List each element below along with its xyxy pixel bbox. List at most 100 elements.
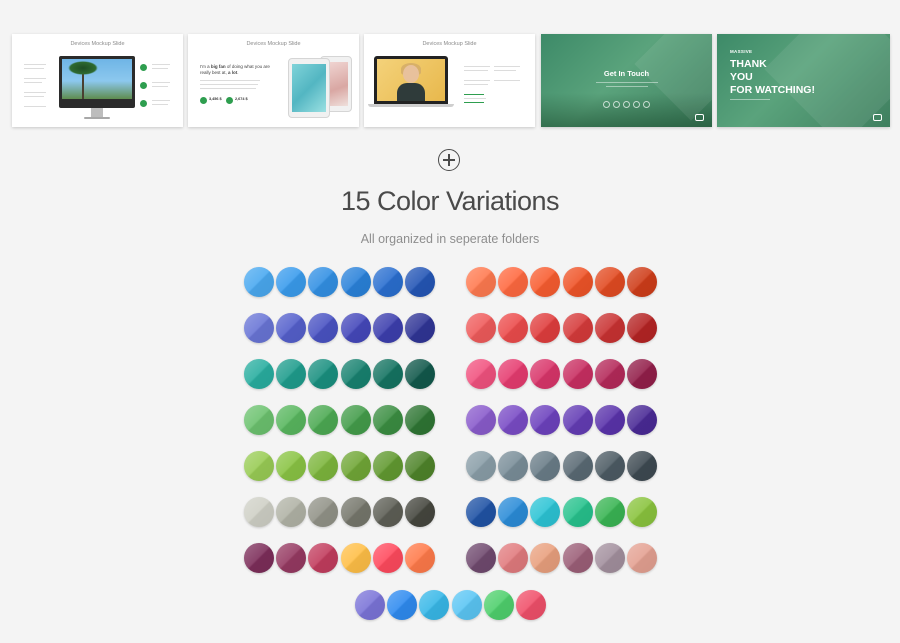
slide-thumbnail-3[interactable]: Devices Mockup Slide <box>364 34 535 127</box>
color-swatch <box>372 267 403 297</box>
color-swatch <box>594 451 625 481</box>
color-swatch <box>308 359 339 389</box>
color-swatch <box>308 267 339 297</box>
social-icon <box>613 101 620 108</box>
color-swatch <box>562 497 593 527</box>
color-swatch <box>594 497 625 527</box>
laptop-mockup <box>374 56 448 104</box>
color-swatch <box>594 267 625 297</box>
social-icon <box>623 101 630 108</box>
color-swatch <box>244 405 274 435</box>
color-swatch <box>308 313 339 343</box>
slides-strip: Devices Mockup Slide Devices Mockup Slid… <box>12 34 890 127</box>
imac-mockup <box>59 56 135 119</box>
page-heading: 15 Color Variations <box>340 186 560 216</box>
slide-thumbnail-5[interactable]: MASSIVE THANK YOU FOR WATCHING! <box>717 34 890 127</box>
feature-icon <box>140 64 147 71</box>
color-swatch <box>594 543 625 573</box>
color-swatch <box>498 451 529 481</box>
color-swatch <box>562 267 593 297</box>
color-swatch <box>340 451 371 481</box>
slide-title: Devices Mockup Slide <box>422 41 477 47</box>
color-swatch <box>627 451 657 481</box>
color-swatch <box>530 359 561 389</box>
color-swatch <box>498 405 529 435</box>
color-swatch <box>244 313 274 343</box>
stat-icon <box>226 97 233 104</box>
color-swatch <box>387 590 418 620</box>
color-swatch <box>276 451 307 481</box>
color-swatch <box>530 313 561 343</box>
color-swatch <box>340 313 371 343</box>
color-swatch <box>405 359 435 389</box>
color-swatch <box>244 359 274 389</box>
page-subheading: All organized in seperate folders <box>360 232 540 246</box>
slide-title: Get In Touch <box>603 69 650 78</box>
stat-value: 2,674 $ <box>235 97 248 101</box>
slide-headline: I'm a big fan of doing what you are real… <box>200 64 270 75</box>
slide-title: Devices Mockup Slide <box>246 41 301 47</box>
feature-icon <box>140 82 147 89</box>
slide-thumbnail-4[interactable]: Get In Touch <box>541 34 712 127</box>
color-swatch <box>276 313 307 343</box>
color-swatch <box>594 359 625 389</box>
color-swatch <box>405 313 435 343</box>
color-swatch <box>498 497 529 527</box>
color-swatch <box>372 497 403 527</box>
plus-circle-icon <box>438 149 460 171</box>
feature-icon <box>140 100 147 107</box>
color-swatch <box>340 359 371 389</box>
color-swatch <box>372 451 403 481</box>
stat-value: 3,456 $ <box>209 97 222 101</box>
color-swatch <box>276 543 307 573</box>
color-swatch <box>466 543 496 573</box>
color-swatch <box>405 451 435 481</box>
color-swatch <box>594 313 625 343</box>
color-swatch <box>466 405 496 435</box>
color-swatch <box>405 267 435 297</box>
color-swatch <box>244 497 274 527</box>
color-swatch <box>530 497 561 527</box>
social-icon <box>603 101 610 108</box>
color-swatch <box>466 267 496 297</box>
color-swatch <box>627 267 657 297</box>
color-swatch <box>498 267 529 297</box>
color-swatch <box>308 405 339 435</box>
color-swatch <box>405 497 435 527</box>
color-swatch <box>451 590 482 620</box>
color-swatch <box>627 405 657 435</box>
slide-thumbnail-1[interactable]: Devices Mockup Slide <box>12 34 183 127</box>
color-swatch <box>562 543 593 573</box>
color-swatch <box>355 590 385 620</box>
color-swatch <box>308 497 339 527</box>
color-swatch <box>244 267 274 297</box>
color-swatch <box>627 313 657 343</box>
social-icon <box>643 101 650 108</box>
color-swatch <box>340 267 371 297</box>
color-swatch <box>466 497 496 527</box>
color-swatch <box>405 405 435 435</box>
color-swatch <box>498 543 529 573</box>
color-swatch <box>244 543 274 573</box>
color-swatch <box>562 405 593 435</box>
color-swatch <box>340 405 371 435</box>
color-swatch <box>372 543 403 573</box>
color-swatch <box>372 313 403 343</box>
color-swatch <box>276 359 307 389</box>
color-swatch <box>276 267 307 297</box>
slide-label: MASSIVE <box>730 49 753 54</box>
color-swatch <box>516 590 546 620</box>
color-swatch <box>405 543 435 573</box>
stat-icon <box>200 97 207 104</box>
color-swatch <box>530 543 561 573</box>
slide-title: Devices Mockup Slide <box>70 41 125 47</box>
color-swatch <box>562 359 593 389</box>
color-swatch <box>627 543 657 573</box>
color-swatch <box>562 313 593 343</box>
color-swatch <box>466 359 496 389</box>
color-swatch <box>627 359 657 389</box>
color-swatch <box>562 451 593 481</box>
color-swatch <box>244 451 274 481</box>
color-swatch <box>340 543 371 573</box>
slide-thumbnail-2[interactable]: Devices Mockup Slide I'm a big fan of do… <box>188 34 359 127</box>
